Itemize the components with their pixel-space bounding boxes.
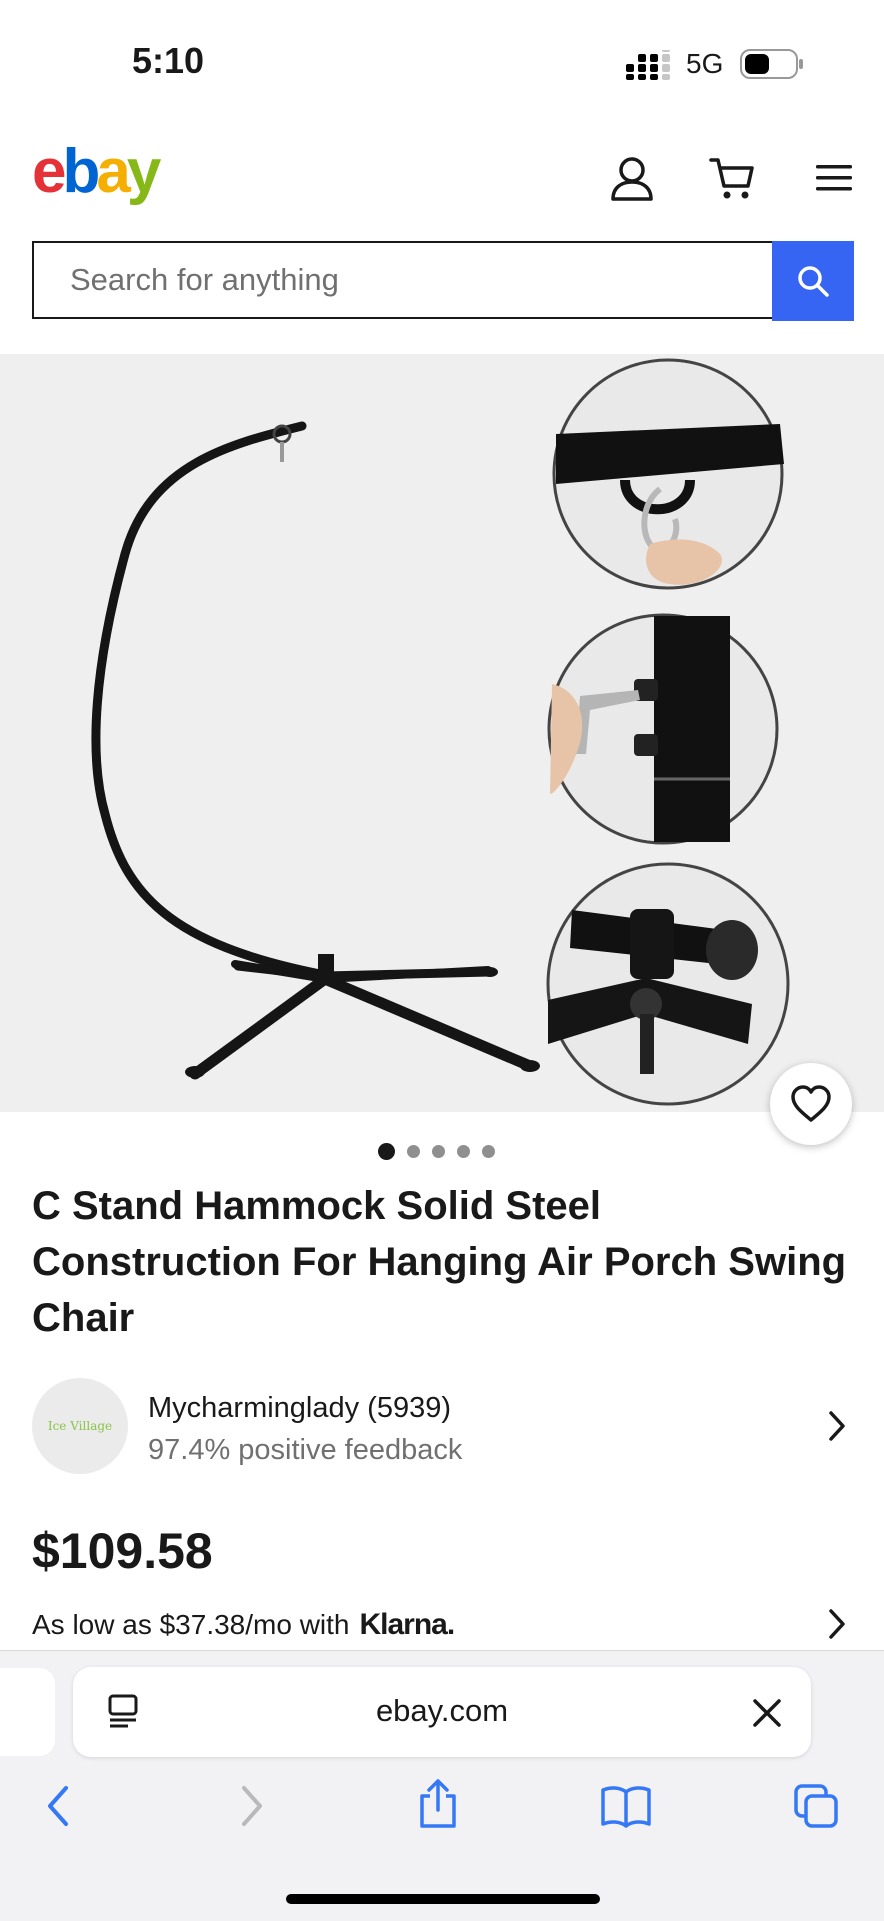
chevron-right-icon (829, 1411, 845, 1441)
product-title: C Stand Hammock Solid Steel Construction… (32, 1184, 847, 1340)
financing-offer[interactable]: As low as $37.38/mo with Klarna. (32, 1608, 456, 1642)
search-input[interactable]: Search for anything (32, 241, 772, 319)
signal-icon (626, 50, 670, 80)
logo-letter-e: e (32, 137, 67, 206)
financing-text: As low as $37.38/mo with (32, 1609, 350, 1640)
search-icon (798, 266, 829, 297)
status-time: 5:10 (132, 40, 205, 81)
pagination-dot[interactable] (432, 1145, 445, 1158)
menu-button[interactable] (806, 150, 862, 206)
share-icon (420, 1779, 456, 1828)
search-button[interactable] (772, 241, 854, 321)
add-to-watchlist-button[interactable] (770, 1063, 852, 1145)
product-price: $109.58 (32, 1523, 213, 1579)
seller-info-button[interactable] (822, 1406, 852, 1446)
chevron-left-icon (48, 1786, 68, 1826)
share-button[interactable] (408, 1774, 468, 1834)
logo-letter-y: y (126, 137, 162, 206)
seller-avatar[interactable]: Ice Village (32, 1378, 128, 1474)
pagination-dot[interactable] (407, 1145, 420, 1158)
tabs-icon (794, 1784, 838, 1828)
cart-button[interactable] (704, 150, 760, 206)
bookmarks-button[interactable] (596, 1776, 656, 1836)
pagination-dot[interactable] (457, 1145, 470, 1158)
hamburger-menu-icon (816, 165, 852, 191)
product-image-gallery[interactable] (0, 354, 884, 1112)
cart-icon (709, 158, 754, 199)
home-indicator (286, 1894, 600, 1904)
book-icon (601, 1786, 651, 1828)
user-icon (611, 157, 653, 201)
tabs-button[interactable] (786, 1776, 846, 1836)
logo-letter-b: b (62, 137, 100, 206)
ebay-logo[interactable]: ebay (32, 136, 162, 207)
gallery-pagination (378, 1143, 495, 1160)
forward-button[interactable] (222, 1776, 282, 1836)
product-image (91, 358, 790, 1106)
chevron-right-icon (242, 1786, 262, 1826)
klarna-logo: Klarna. (359, 1608, 456, 1641)
pagination-dot[interactable] (482, 1145, 495, 1158)
pagination-dot-active[interactable] (378, 1143, 395, 1160)
logo-letter-a: a (96, 137, 131, 206)
account-button[interactable] (604, 150, 660, 206)
financing-info-button[interactable] (822, 1604, 852, 1644)
close-icon[interactable] (752, 1698, 782, 1728)
seller-feedback: 97.4% positive feedback (148, 1434, 463, 1466)
url-text[interactable]: ebay.com (73, 1693, 811, 1729)
back-button[interactable] (28, 1776, 88, 1836)
heart-icon (791, 1085, 831, 1122)
chevron-right-icon (829, 1609, 845, 1639)
previous-tab-card[interactable] (0, 1668, 55, 1756)
seller-name[interactable]: Mycharminglady (5939) (148, 1392, 451, 1425)
network-label: 5G (686, 48, 724, 79)
battery-icon (740, 49, 803, 79)
